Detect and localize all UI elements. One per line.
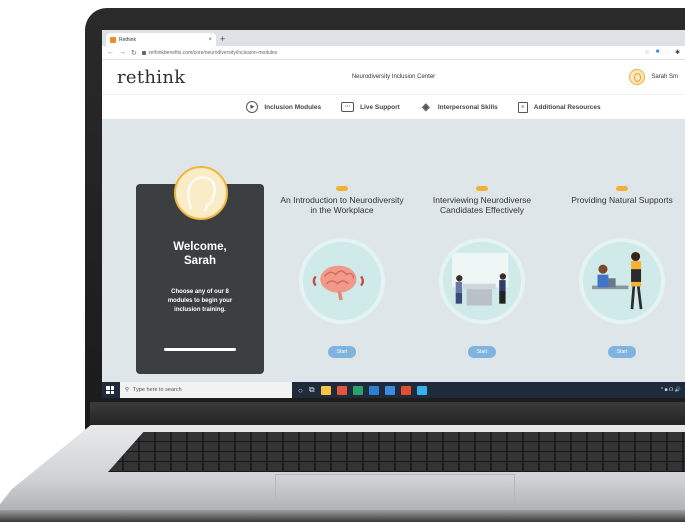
task-view-icon[interactable]: ⧉ bbox=[309, 385, 315, 395]
browser-tab[interactable]: Rethink × bbox=[106, 33, 216, 46]
head-profile-icon bbox=[174, 166, 228, 220]
windows-taskbar: ⚲ Type here to search ○ ⧉ ^ ■ ☊ 🔊 bbox=[102, 382, 685, 398]
windows-start-icon[interactable] bbox=[106, 386, 114, 394]
chat-icon: ··· bbox=[341, 102, 355, 112]
laptop-base-edge bbox=[0, 510, 685, 522]
module-card: An Introduction to Neurodiversity in the… bbox=[277, 186, 407, 358]
start-button[interactable]: Start bbox=[608, 346, 636, 358]
main-content: Welcome, Sarah Choose any of our 8 modul… bbox=[102, 120, 685, 374]
app-icon[interactable] bbox=[368, 385, 379, 395]
module-title: Interviewing Neurodiverse Candidates Eff… bbox=[432, 195, 532, 215]
star-icon[interactable]: ☆ bbox=[644, 49, 649, 56]
new-badge bbox=[336, 186, 348, 191]
laptop-screen: Rethink × + ← → ↻ rethinkbenefits.com/co… bbox=[102, 30, 685, 398]
module-card: Providing Natural Supports Start bbox=[557, 186, 685, 358]
puzzle-icon[interactable]: ✱ bbox=[675, 49, 680, 56]
nav-item-interpersonal-skills[interactable]: ◈ Interpersonal Skills bbox=[420, 101, 498, 113]
logo[interactable]: rethink bbox=[117, 67, 185, 88]
welcome-card: Welcome, Sarah Choose any of our 8 modul… bbox=[136, 166, 264, 374]
brain-icon bbox=[299, 238, 385, 324]
progress-bar bbox=[164, 348, 236, 351]
app-icon[interactable] bbox=[352, 385, 363, 395]
nav-item-inclusion-modules[interactable]: ▶ Inclusion Modules bbox=[246, 101, 321, 113]
extensions-area: ☆ ■ ◌ ✱ bbox=[644, 49, 680, 56]
app-icon[interactable] bbox=[416, 385, 427, 395]
nav-item-label: Inclusion Modules bbox=[264, 103, 322, 111]
extension-icon[interactable]: ■ bbox=[656, 49, 660, 56]
module-card: Interviewing Neurodiverse Candidates Eff… bbox=[417, 186, 547, 358]
extension-icon[interactable]: ◌ bbox=[665, 49, 669, 56]
laptop-scene: Rethink × + ← → ↻ rethinkbenefits.com/co… bbox=[0, 0, 685, 531]
lock-icon bbox=[141, 50, 146, 55]
welcome-description: Choose any of our 8 modules to begin you… bbox=[167, 289, 233, 313]
nav-item-label: Live Support bbox=[360, 103, 400, 111]
tab-title: Rethink bbox=[119, 36, 136, 43]
start-button[interactable]: Start bbox=[468, 346, 496, 358]
forward-icon[interactable]: → bbox=[119, 49, 126, 56]
new-badge bbox=[476, 186, 488, 191]
taskbar-search-input[interactable]: ⚲ Type here to search bbox=[120, 382, 292, 398]
nav-item-label: Additional Resources bbox=[533, 103, 601, 111]
module-title: An Introduction to Neurodiversity in the… bbox=[280, 195, 404, 215]
chrome-icon[interactable] bbox=[336, 385, 347, 395]
user-menu[interactable]: Sarah Sm bbox=[629, 69, 678, 85]
favicon-icon bbox=[110, 36, 116, 43]
document-icon: ≡ bbox=[517, 101, 528, 113]
avatar bbox=[629, 69, 646, 85]
cortana-icon[interactable]: ○ bbox=[298, 386, 303, 395]
tab-close-icon[interactable]: × bbox=[208, 37, 212, 43]
new-badge bbox=[616, 186, 628, 191]
app-icon[interactable] bbox=[400, 385, 411, 395]
main-nav: ▶ Inclusion Modules ··· Live Support ◈ I… bbox=[102, 94, 685, 120]
laptop-trackpad bbox=[275, 474, 515, 502]
browser-tabbar: Rethink × + bbox=[102, 30, 685, 46]
back-icon[interactable]: ← bbox=[107, 49, 114, 56]
file-explorer-icon[interactable] bbox=[320, 385, 331, 395]
layers-icon: ◈ bbox=[421, 101, 430, 113]
app-header: rethink Neurodiversity Inclusion Center … bbox=[102, 60, 685, 94]
module-title: Providing Natural Supports bbox=[571, 195, 673, 205]
nav-item-label: Interpersonal Skills bbox=[437, 103, 498, 111]
play-icon: ▶ bbox=[246, 101, 259, 113]
support-illustration bbox=[579, 238, 665, 324]
system-tray[interactable]: ^ ■ ☊ 🔊 bbox=[661, 387, 685, 393]
new-tab-button[interactable]: + bbox=[220, 33, 225, 46]
interview-illustration bbox=[439, 238, 525, 324]
address-bar: ← → ↻ rethinkbenefits.com/core/neurodive… bbox=[102, 46, 685, 60]
url-text: rethinkbenefits.com/core/neurodiversity/… bbox=[148, 49, 278, 56]
nav-item-additional-resources[interactable]: ≡ Additional Resources bbox=[517, 101, 601, 113]
app-icon[interactable] bbox=[384, 385, 395, 395]
start-button[interactable]: Start bbox=[328, 346, 356, 358]
user-name: Sarah Sm bbox=[651, 74, 678, 80]
search-icon: ⚲ bbox=[125, 387, 130, 393]
url-field[interactable]: rethinkbenefits.com/core/neurodiversity/… bbox=[141, 49, 278, 56]
page-title: Neurodiversity Inclusion Center bbox=[351, 74, 436, 80]
reload-icon[interactable]: ↻ bbox=[131, 49, 137, 57]
welcome-title: Welcome, Sarah bbox=[173, 241, 227, 267]
laptop-keyboard bbox=[108, 432, 685, 472]
taskbar-search-placeholder: Type here to search bbox=[133, 387, 182, 393]
nav-item-live-support[interactable]: ··· Live Support bbox=[341, 102, 400, 112]
